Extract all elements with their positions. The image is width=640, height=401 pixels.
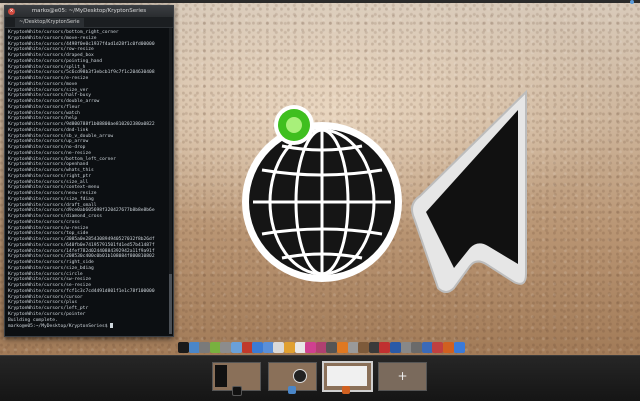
chromium-icon[interactable] [188, 342, 200, 353]
photos-icon[interactable] [284, 342, 295, 353]
terminal-line: marko@e05:~/MyDesktop/KryptonSeries$ [8, 323, 170, 330]
gear-icon[interactable] [220, 342, 232, 353]
globe-cursor-icon [242, 105, 402, 282]
scrollbar-thumb[interactable] [169, 274, 172, 334]
settings-icon[interactable] [199, 342, 211, 353]
firefox-icon[interactable] [443, 342, 454, 353]
dock [174, 340, 470, 355]
android-icon[interactable] [209, 342, 221, 353]
terminal-scrollbar[interactable] [169, 28, 172, 334]
maps-icon[interactable] [252, 342, 264, 353]
plus-icon: + [397, 369, 408, 383]
terminal-line: KryptonWhite/cursors/640fb0e74195791501f… [8, 242, 155, 248]
terminal-badge-icon [232, 386, 242, 396]
app3-icon[interactable] [411, 342, 423, 353]
terminal-tabbar: ~/Desktop/KryptonSerie [5, 17, 173, 28]
terminal-output[interactable]: KryptonWhite/cursors/bottom_right_corner… [5, 28, 173, 334]
calendar-icon[interactable] [273, 342, 285, 353]
terminal-title: marko@e05: ~/MyDesktop/KryptonSeries [31, 8, 147, 14]
terminal-window[interactable]: × marko@e05: ~/MyDesktop/KryptonSeries ~… [4, 5, 174, 337]
vlc-icon[interactable] [337, 342, 348, 353]
globe-dot-highlight [286, 117, 302, 133]
paint-icon[interactable] [305, 342, 317, 353]
workspace-cursor-thumb [293, 369, 307, 383]
terminal-line: KryptonWhite/cursors/fcf1c3c7cd4491d801f… [8, 288, 155, 294]
eye-icon[interactable] [390, 342, 401, 353]
image-icon[interactable] [326, 342, 338, 353]
globe-shape [242, 122, 402, 282]
mail-icon[interactable] [432, 342, 444, 353]
firefox-badge-icon [342, 386, 350, 394]
gallery-icon[interactable] [315, 342, 327, 353]
music-icon[interactable] [379, 342, 391, 353]
close-icon[interactable]: × [8, 8, 15, 15]
font-icon[interactable] [421, 342, 433, 353]
system-icon[interactable] [400, 342, 412, 353]
archive-icon[interactable] [358, 342, 370, 353]
terminal-icon[interactable] [178, 342, 189, 353]
app-badge-icon [288, 386, 296, 394]
notification-indicator[interactable] [630, 0, 634, 4]
terminal-tab[interactable]: ~/Desktop/KryptonSerie [15, 18, 84, 27]
globe-icon[interactable] [453, 342, 465, 353]
workspace-terminal-thumb [215, 365, 227, 387]
terminal-titlebar[interactable]: × marko@e05: ~/MyDesktop/KryptonSeries [5, 6, 173, 17]
folder-icon[interactable] [231, 342, 242, 353]
workspace-window-thumb [327, 366, 367, 386]
document-icon[interactable] [294, 342, 306, 353]
terminal-line: KryptonWhite/cursors/3085a0e285430894940… [8, 237, 155, 242]
app2-icon[interactable] [347, 342, 359, 353]
top-panel-edge [0, 0, 640, 3]
terminal-line: KryptonWhite/cursors/9d800788f1b08800ae8… [8, 122, 155, 127]
app-icon[interactable] [241, 342, 253, 353]
bluetooth-icon[interactable] [262, 342, 274, 353]
text-cursor [110, 323, 114, 329]
arrow-cursor-icon [411, 89, 527, 293]
calculator-icon[interactable] [368, 342, 380, 353]
add-workspace-button[interactable]: + [378, 362, 427, 391]
workspace-panel: + [0, 355, 640, 401]
